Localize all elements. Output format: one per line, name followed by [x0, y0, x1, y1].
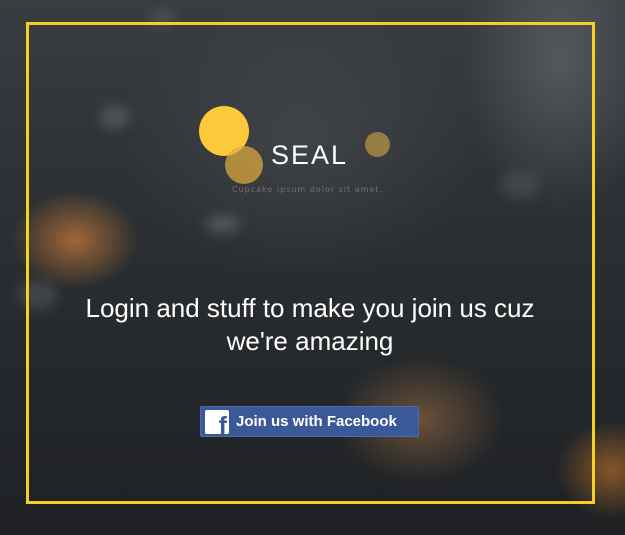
- facebook-login-button[interactable]: f Join us with Facebook: [200, 406, 419, 437]
- facebook-icon-glyph: f: [218, 411, 227, 434]
- logo-circle-small: [365, 132, 390, 157]
- facebook-button-label: Join us with Facebook: [236, 413, 397, 430]
- brand-name: SEAL: [271, 140, 349, 170]
- logo-circle-medium: [225, 146, 263, 184]
- seal-logo: SEAL Cupcake ipsum dolor sit amet.: [199, 106, 399, 201]
- facebook-icon: f: [205, 409, 229, 434]
- brand-tagline: Cupcake ipsum dolor sit amet.: [232, 185, 384, 194]
- hero-headline: Login and stuff to make you join us cuz …: [85, 293, 535, 356]
